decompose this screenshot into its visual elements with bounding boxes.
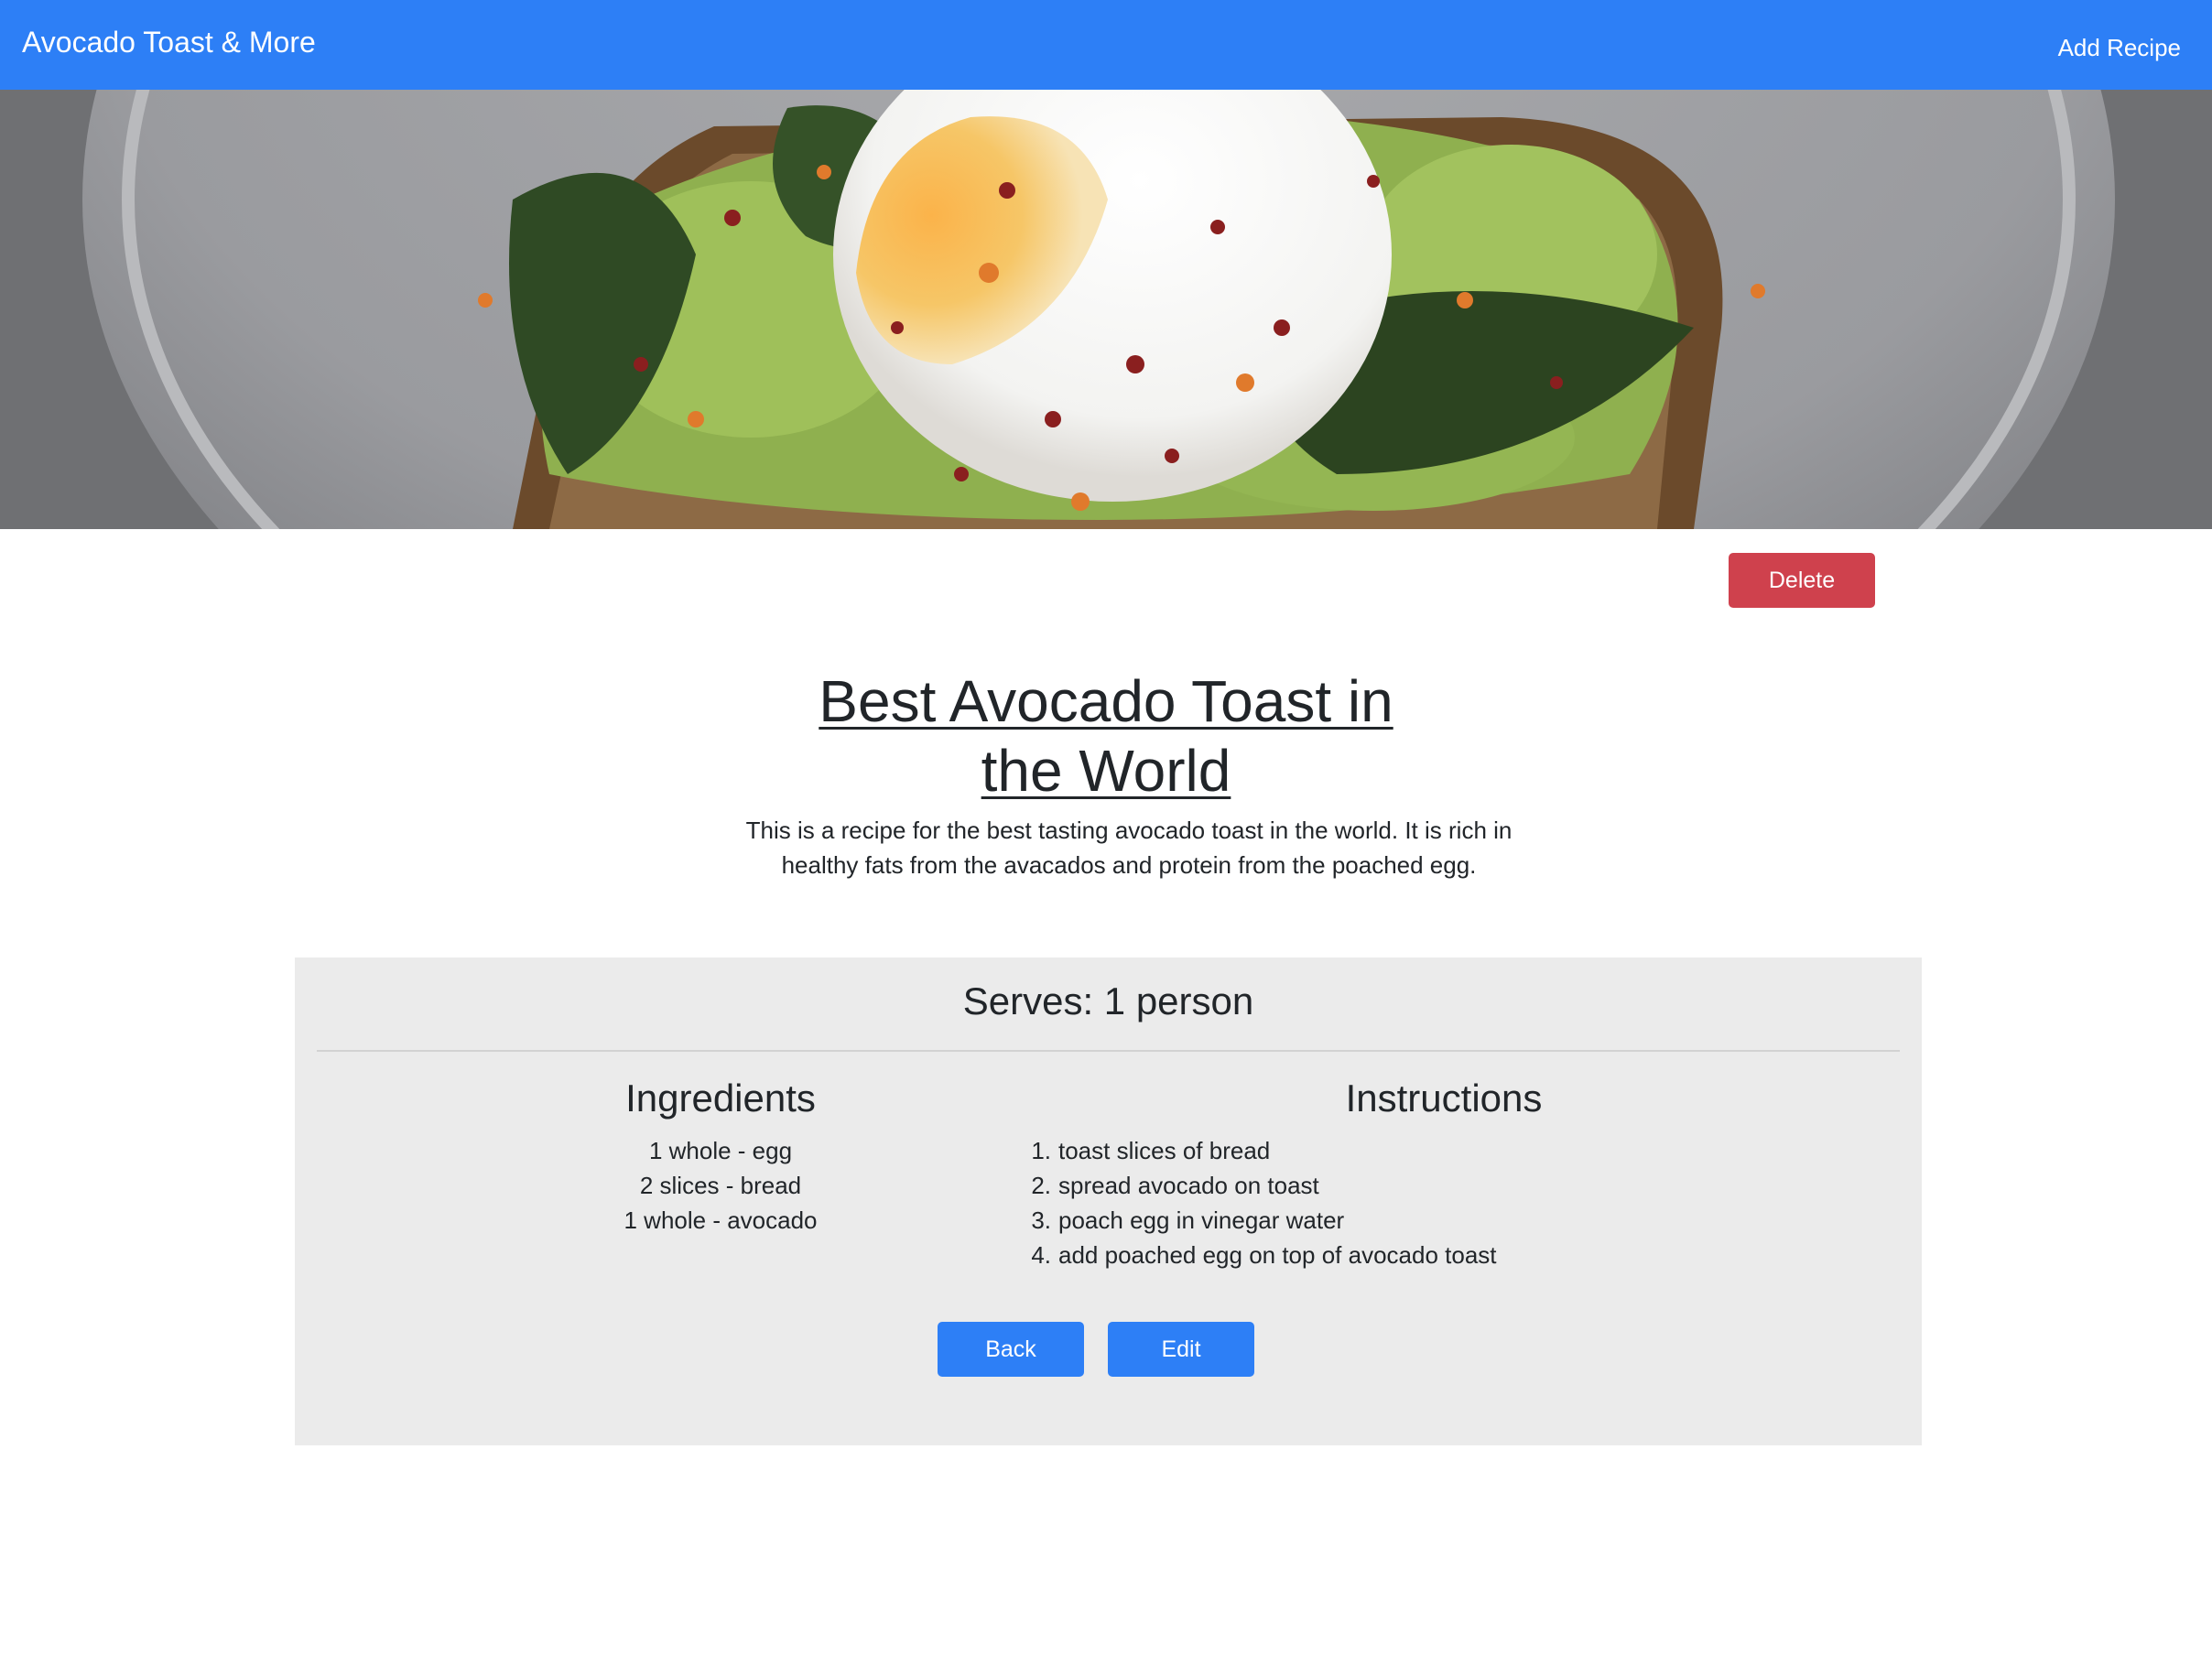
add-recipe-link[interactable]: Add Recipe xyxy=(2058,34,2181,62)
instruction-item: 3. poach egg in vinegar water xyxy=(1024,1203,1664,1238)
instruction-text: add poached egg on top of avocado toast xyxy=(1058,1241,1497,1269)
ingredient-item: 2 slices - bread xyxy=(639,1172,802,1199)
top-navbar: Avocado Toast & More Add Recipe xyxy=(0,0,2212,90)
instruction-text: poach egg in vinegar water xyxy=(1058,1206,1345,1234)
ingredients-list: 1 whole - egg 2 slices - bread 1 whole -… xyxy=(569,1133,872,1238)
instruction-text: toast slices of bread xyxy=(1058,1137,1271,1164)
recipe-header: Best Avocado Toast in the World This is … xyxy=(740,666,1513,882)
instruction-number: 3. xyxy=(1031,1206,1051,1234)
instruction-text: spread avocado on toast xyxy=(1058,1172,1319,1199)
instructions-list: 1. toast slices of bread 2. spread avoca… xyxy=(1024,1133,1664,1272)
recipe-description: This is a recipe for the best tasting av… xyxy=(745,817,1513,879)
hero-image xyxy=(0,90,2212,529)
delete-button[interactable]: Delete xyxy=(1729,553,1875,608)
serves-label: Serves: 1 person xyxy=(962,979,1254,1022)
instruction-item: 2. spread avocado on toast xyxy=(1024,1168,1664,1203)
edit-button[interactable]: Edit xyxy=(1108,1322,1254,1377)
instruction-number: 4. xyxy=(1031,1241,1051,1269)
ingredient-item: 1 whole - avocado xyxy=(623,1206,818,1234)
recipe-title: Best Avocado Toast in the World xyxy=(819,668,1393,804)
instruction-number: 2. xyxy=(1031,1172,1051,1199)
recipe-details-card: Serves: 1 person Ingredients 1 whole - e… xyxy=(295,957,1922,1445)
brand-link[interactable]: Avocado Toast & More xyxy=(22,26,316,60)
divider xyxy=(317,1050,1900,1052)
back-button[interactable]: Back xyxy=(938,1322,1084,1377)
instruction-number: 1. xyxy=(1031,1137,1051,1164)
instructions-heading: Instructions xyxy=(1345,1076,1543,1120)
ingredients-heading: Ingredients xyxy=(625,1076,816,1120)
instruction-item: 1. toast slices of bread xyxy=(1024,1133,1664,1168)
ingredient-item: 1 whole - egg xyxy=(648,1137,793,1164)
instruction-item: 4. add poached egg on top of avocado toa… xyxy=(1024,1238,1664,1272)
